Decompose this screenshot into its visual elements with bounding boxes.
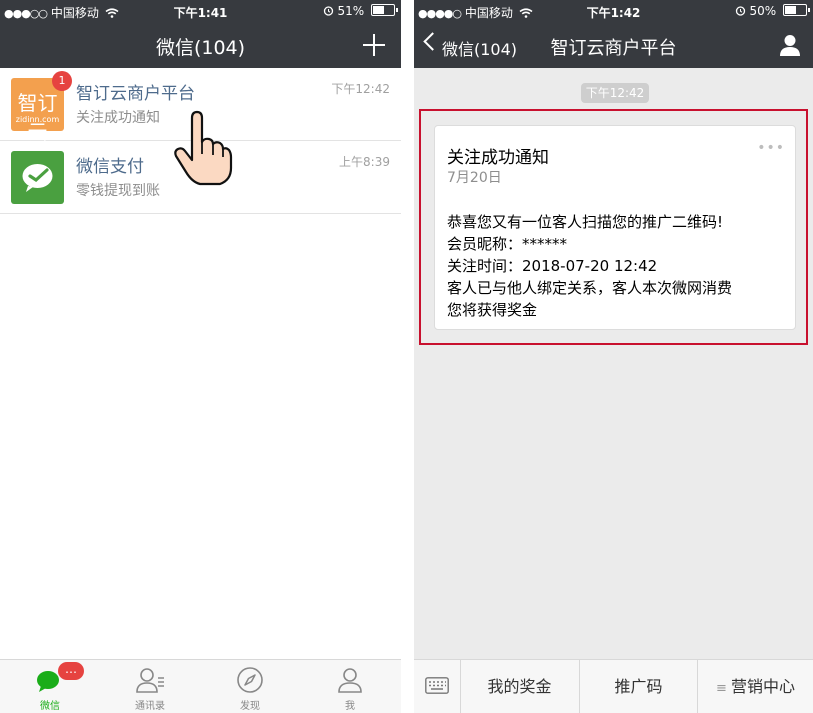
tab-discover[interactable]: 发现	[200, 660, 300, 713]
menu-promo-code[interactable]: 推广码	[580, 660, 698, 713]
menu-marketing-center[interactable]: ≡ 营销中心	[698, 660, 813, 713]
chat-preview: 关注成功通知	[76, 110, 160, 126]
card-date: 7月20日	[447, 170, 502, 186]
official-account-menu: 我的奖金 推广码 ≡ 营销中心	[414, 659, 813, 713]
tab-contacts[interactable]: 通讯录	[100, 660, 200, 713]
compass-icon	[237, 667, 263, 693]
message-timestamp: 下午12:42	[581, 83, 649, 103]
alarm-icon	[323, 6, 333, 16]
battery-icon	[783, 4, 810, 16]
card-body: 恭喜您又有一位客人扫描您的推广二维码! 会员昵称：****** 关注时间：201…	[447, 211, 787, 321]
page-title: 智订云商户平台	[550, 38, 677, 59]
battery-percent: 51%	[337, 4, 365, 18]
chat-time: 上午8:39	[339, 155, 390, 169]
wechat-pay-logo-icon	[22, 164, 53, 192]
keyboard-toggle[interactable]	[414, 660, 461, 713]
card-line: 会员昵称：******	[447, 235, 568, 253]
person-icon	[338, 668, 362, 693]
tab-wechat[interactable]: … 微信	[0, 660, 100, 713]
status-bar: ●●●○○ 中国移动 下午1:41 51%	[0, 0, 401, 22]
menu-my-bonus[interactable]: 我的奖金	[460, 660, 580, 713]
page-title: 微信(104)	[155, 37, 246, 59]
profile-icon[interactable]	[779, 34, 801, 56]
card-title: 关注成功通知	[447, 148, 549, 168]
keyboard-icon	[425, 677, 449, 694]
card-line: 客人已与他人绑定关系，客人本次微网消费	[447, 279, 733, 297]
unread-badge: 1	[52, 71, 72, 91]
battery-icon	[371, 4, 398, 16]
card-line: 您将获得奖金	[447, 301, 538, 319]
conversation-screen: ●●●●○ 中国移动 下午1:42 50% 微信(104) 智订云商户平台 下午…	[414, 0, 813, 713]
tab-bar: … 微信 通讯录 发现 我	[0, 659, 401, 713]
plus-icon[interactable]	[363, 34, 385, 56]
chat-list-screen: ●●●○○ 中国移动 下午1:41 51% 微信(104) 智订云 zidinn…	[0, 0, 401, 713]
avatar: 智订云 zidinn.com 1	[11, 71, 72, 144]
submenu-lines-icon: ≡	[716, 681, 727, 696]
tab-badge: …	[58, 662, 84, 680]
more-dots-icon[interactable]: •••	[757, 140, 785, 156]
chat-preview: 零钱提现到账	[76, 183, 160, 199]
notification-card[interactable]: 关注成功通知 7月20日 ••• 恭喜您又有一位客人扫描您的推广二维码! 会员昵…	[434, 125, 796, 330]
status-bar: ●●●●○ 中国移动 下午1:42 50%	[414, 0, 813, 22]
alarm-icon	[735, 6, 745, 16]
chat-title: 智订云商户平台	[76, 84, 195, 104]
pointing-hand-icon	[174, 110, 233, 186]
chat-time: 下午12:42	[331, 82, 390, 96]
nav-bar: 微信(104)	[0, 22, 401, 68]
chat-title: 微信支付	[76, 157, 144, 177]
contacts-icon	[136, 668, 164, 693]
wechat-pay-avatar	[11, 151, 64, 204]
card-line: 恭喜您又有一位客人扫描您的推广二维码!	[447, 213, 724, 231]
tab-me[interactable]: 我	[300, 660, 400, 713]
battery-percent: 50%	[749, 4, 777, 18]
nav-bar: 微信(104) 智订云商户平台	[414, 22, 813, 68]
card-line: 关注时间：2018-07-20 12:42	[447, 257, 658, 275]
